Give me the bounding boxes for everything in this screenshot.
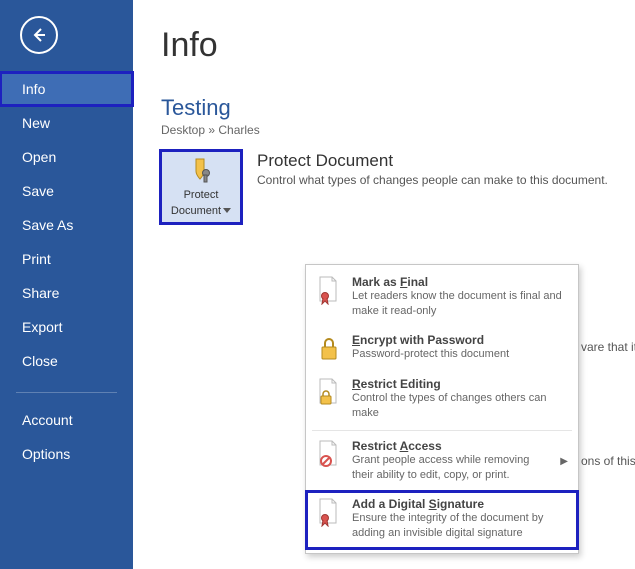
menu-item-title: Encrypt with Password: [352, 333, 568, 347]
arrow-left-icon: [29, 25, 49, 45]
menu-item-encrypt-with-password[interactable]: Encrypt with PasswordPassword-protect th…: [306, 327, 578, 371]
sidebar-item-new[interactable]: New: [0, 106, 133, 140]
sidebar-item-export[interactable]: Export: [0, 310, 133, 344]
menu-item-title: Add a Digital Signature: [352, 497, 568, 511]
sidebar-item-save-as[interactable]: Save As: [0, 208, 133, 242]
menu-item-desc: Control the types of changes others can …: [352, 391, 568, 421]
menu-item-desc: Password-protect this document: [352, 347, 568, 362]
sidebar-item-close[interactable]: Close: [0, 344, 133, 378]
menu-item-add-a-digital-signature[interactable]: Add a Digital SignatureEnsure the integr…: [306, 491, 578, 549]
sidebar-item-options[interactable]: Options: [0, 437, 133, 471]
sidebar-item-save[interactable]: Save: [0, 174, 133, 208]
page-title: Info: [161, 26, 615, 65]
menu-item-desc: Let readers know the document is final a…: [352, 289, 568, 319]
menu-item-desc: Ensure the integrity of the document by …: [352, 511, 568, 541]
back-button[interactable]: [20, 16, 58, 54]
sidebar-separator: [16, 392, 117, 393]
page-ribbon-icon: [316, 275, 342, 305]
sidebar-item-open[interactable]: Open: [0, 140, 133, 174]
page-ribbon-icon: [316, 497, 342, 527]
sidebar-item-account[interactable]: Account: [0, 403, 133, 437]
menu-item-desc: Grant people access while removing their…: [352, 453, 550, 483]
background-text-fragment: ons of this file.: [581, 454, 635, 468]
breadcrumb: Desktop » Charles: [161, 123, 615, 137]
lock-icon: [316, 333, 342, 363]
backstage-sidebar: InfoNewOpenSaveSave AsPrintShareExportCl…: [0, 0, 133, 569]
protect-heading: Protect Document: [257, 151, 608, 171]
info-panel: Info Testing Desktop » Charles Protect D…: [133, 0, 635, 569]
protect-button-label-2: Document: [171, 205, 221, 217]
shield-key-icon: [186, 157, 216, 185]
menu-item-title: Restrict Access: [352, 439, 550, 453]
protect-dropdown-menu: Mark as FinalLet readers know the docume…: [305, 264, 579, 554]
sidebar-item-info[interactable]: Info: [0, 72, 133, 106]
document-title: Testing: [161, 95, 615, 121]
menu-item-title: Mark as Final: [352, 275, 568, 289]
page-block-icon: [316, 439, 342, 469]
protect-section: Protect Document Protect Document Contro…: [161, 151, 615, 223]
sidebar-item-print[interactable]: Print: [0, 242, 133, 276]
chevron-down-icon: [223, 208, 231, 214]
menu-separator: [312, 430, 572, 431]
page-lock-icon: [316, 377, 342, 407]
menu-item-title: Restrict Editing: [352, 377, 568, 391]
chevron-right-icon: ▶: [560, 456, 568, 467]
menu-item-restrict-editing[interactable]: Restrict EditingControl the types of cha…: [306, 371, 578, 429]
background-text-fragment: vare that it contains:: [581, 340, 635, 354]
menu-item-mark-as-final[interactable]: Mark as FinalLet readers know the docume…: [306, 269, 578, 327]
menu-item-restrict-access[interactable]: Restrict AccessGrant people access while…: [306, 433, 578, 491]
protect-desc: Control what types of changes people can…: [257, 173, 608, 187]
protect-button-label-1: Protect: [184, 189, 219, 201]
protect-document-button[interactable]: Protect Document: [161, 151, 241, 223]
sidebar-item-share[interactable]: Share: [0, 276, 133, 310]
